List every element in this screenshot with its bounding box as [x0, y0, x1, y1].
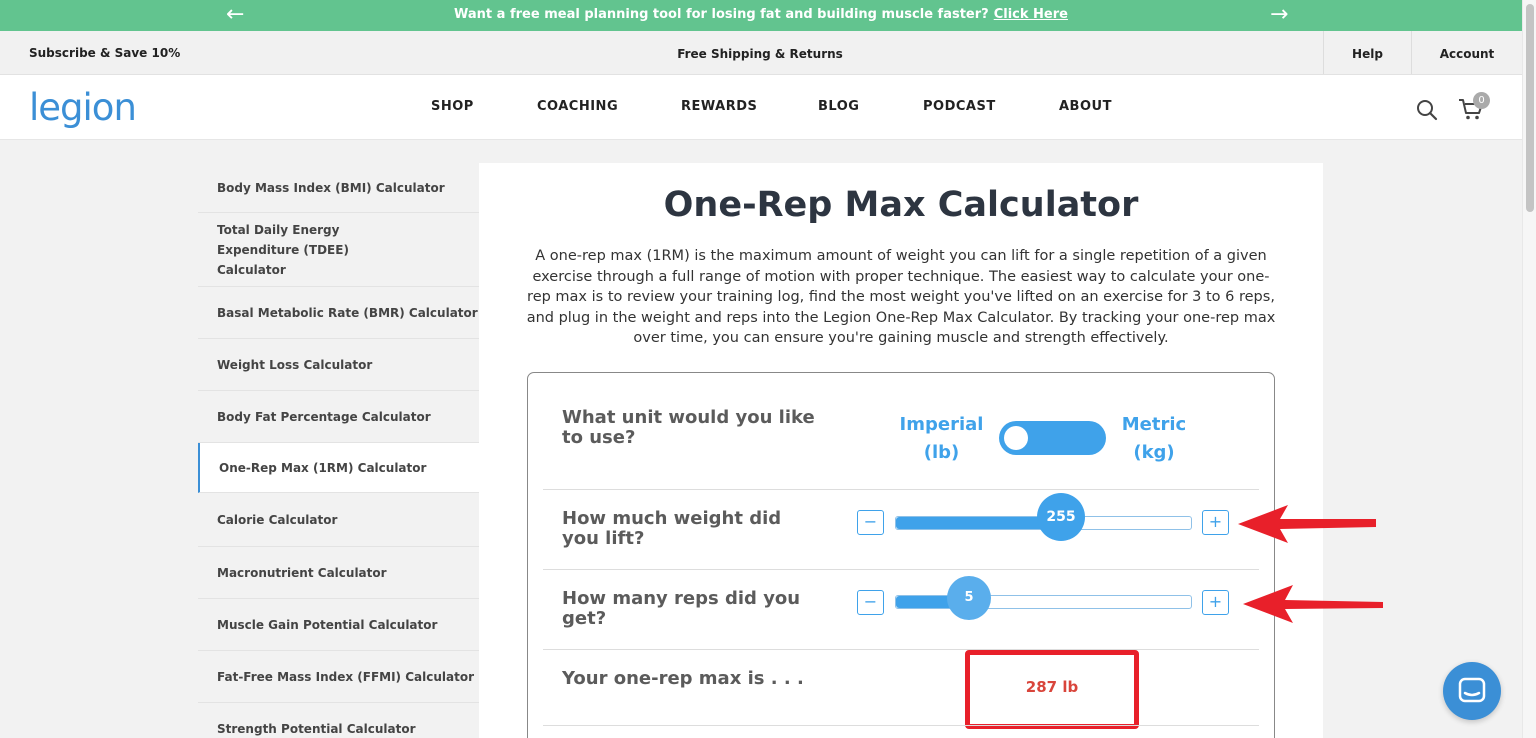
promo-banner: ← Want a free meal planning tool for los… — [0, 0, 1522, 31]
sidebar-item-bmr[interactable]: Basal Metabolic Rate (BMR) Calculator — [198, 287, 479, 339]
scrollbar-thumb[interactable] — [1526, 4, 1534, 212]
calculator-sidebar: Body Mass Index (BMI) Calculator Total D… — [198, 163, 479, 738]
cart-count-badge: 0 — [1473, 92, 1490, 109]
unit-toggle[interactable] — [999, 421, 1106, 455]
imperial-label: Imperial — [899, 414, 984, 435]
one-rep-max-result: 287 lb — [1025, 678, 1079, 696]
sidebar-item-bmi[interactable]: Body Mass Index (BMI) Calculator — [198, 163, 479, 213]
weight-question: How much weight did you lift? — [562, 508, 782, 549]
promo-link[interactable]: Click Here — [994, 7, 1068, 22]
metric-label: Metric — [1121, 414, 1187, 435]
page-scrollbar[interactable] — [1522, 0, 1536, 738]
promo-message: Want a free meal planning tool for losin… — [0, 7, 1522, 22]
weight-slider-thumb[interactable]: 255 — [1037, 493, 1085, 541]
reps-increment-button[interactable]: + — [1202, 590, 1229, 615]
reps-question: How many reps did you get? — [562, 588, 801, 629]
search-icon[interactable] — [1416, 99, 1438, 121]
row-divider — [543, 649, 1259, 650]
toggle-knob — [1004, 426, 1028, 450]
reps-slider-track[interactable] — [895, 595, 1192, 609]
metric-unit: (kg) — [1133, 442, 1175, 463]
row-divider — [543, 725, 1259, 726]
intro-paragraph: A one-rep max (1RM) is the maximum amoun… — [526, 248, 1276, 346]
chat-button[interactable] — [1443, 662, 1501, 720]
sidebar-item-muscle-gain[interactable]: Muscle Gain Potential Calculator — [198, 599, 479, 651]
shipping-text: Free Shipping & Returns — [677, 47, 843, 61]
sidebar-item-macronutrient[interactable]: Macronutrient Calculator — [198, 547, 479, 599]
weight-increment-button[interactable]: + — [1202, 510, 1229, 535]
sidebar-item-calorie[interactable]: Calorie Calculator — [198, 493, 479, 547]
unit-question: What unit would you like to use? — [562, 407, 815, 448]
page-title: One-Rep Max Calculator — [663, 185, 1139, 225]
nav-coaching[interactable]: COACHING — [537, 99, 618, 114]
nav-about[interactable]: ABOUT — [1059, 99, 1112, 114]
help-link[interactable]: Help — [1323, 31, 1411, 74]
result-highlight-box: 287 lb — [965, 650, 1139, 729]
red-arrow-icon — [1238, 505, 1376, 543]
nav-rewards[interactable]: REWARDS — [681, 99, 757, 114]
sidebar-item-tdee[interactable]: Total Daily Energy Expenditure (TDEE) Ca… — [198, 213, 479, 287]
sidebar-item-weight-loss[interactable]: Weight Loss Calculator — [198, 339, 479, 391]
calculator-panel: One-Rep Max Calculator A one-rep max (1R… — [479, 163, 1323, 738]
sidebar-item-ffmi[interactable]: Fat-Free Mass Index (FFMI) Calculator — [198, 651, 479, 703]
nav-blog[interactable]: BLOG — [818, 99, 859, 114]
sidebar-item-one-rep-max[interactable]: One-Rep Max (1RM) Calculator — [198, 443, 479, 493]
reps-decrement-button[interactable]: − — [857, 590, 884, 615]
one-rep-max-calculator: What unit would you like to use? Imperia… — [527, 372, 1275, 738]
utility-bar: Subscribe & Save 10% Free Shipping & Ret… — [0, 31, 1522, 75]
imperial-unit: (lb) — [923, 442, 960, 463]
weight-decrement-button[interactable]: − — [857, 510, 884, 535]
promo-text: Want a free meal planning tool for losin… — [454, 7, 989, 22]
nav-podcast[interactable]: PODCAST — [923, 99, 996, 114]
red-arrow-icon — [1243, 585, 1383, 623]
sidebar-item-strength-potential[interactable]: Strength Potential Calculator — [198, 703, 479, 738]
metric-option[interactable]: Metric (kg) — [1113, 411, 1195, 467]
chat-icon — [1458, 677, 1486, 703]
sidebar-item-body-fat[interactable]: Body Fat Percentage Calculator — [198, 391, 479, 443]
account-link[interactable]: Account — [1411, 31, 1522, 74]
nav-shop[interactable]: SHOP — [431, 99, 474, 114]
legion-logo[interactable]: legion — [29, 86, 137, 129]
main-header: legion SHOP COACHING REWARDS BLOG PODCAS… — [0, 75, 1522, 140]
reps-slider-thumb[interactable]: 5 — [947, 576, 991, 620]
row-divider — [543, 569, 1259, 570]
row-divider — [543, 489, 1259, 490]
result-question: Your one-rep max is . . . — [562, 668, 804, 689]
imperial-option[interactable]: Imperial (lb) — [894, 411, 989, 467]
arrow-right-icon[interactable]: → — [1270, 3, 1288, 27]
